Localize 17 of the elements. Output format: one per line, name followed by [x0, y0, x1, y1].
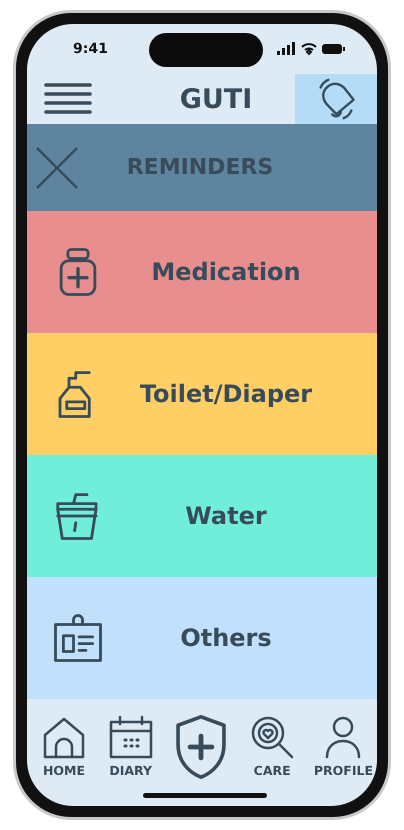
- reminder-category[interactable]: Medication: [27, 211, 377, 333]
- reminder-category[interactable]: Others: [27, 577, 377, 699]
- app-title: GUTI: [178, 82, 254, 116]
- panel-title: REMINDERS: [126, 155, 274, 180]
- nav-tab[interactable]: CARE: [247, 713, 298, 778]
- menu-icon: [44, 81, 92, 117]
- reminder-category[interactable]: Toilet/Diaper: [27, 333, 377, 455]
- signal-icon: [277, 42, 295, 55]
- battery-icon: [322, 44, 345, 54]
- status-time: 9:41: [73, 41, 108, 57]
- nav-tab[interactable]: PROFILE: [314, 713, 373, 778]
- bell-button[interactable]: [295, 74, 377, 124]
- nav-tab[interactable]: DIARY: [106, 713, 156, 778]
- nav-tab[interactable]: HOME: [39, 713, 89, 778]
- reminder-category[interactable]: Water: [27, 455, 377, 577]
- id-badge-icon: [51, 611, 105, 665]
- wifi-icon: [301, 43, 317, 55]
